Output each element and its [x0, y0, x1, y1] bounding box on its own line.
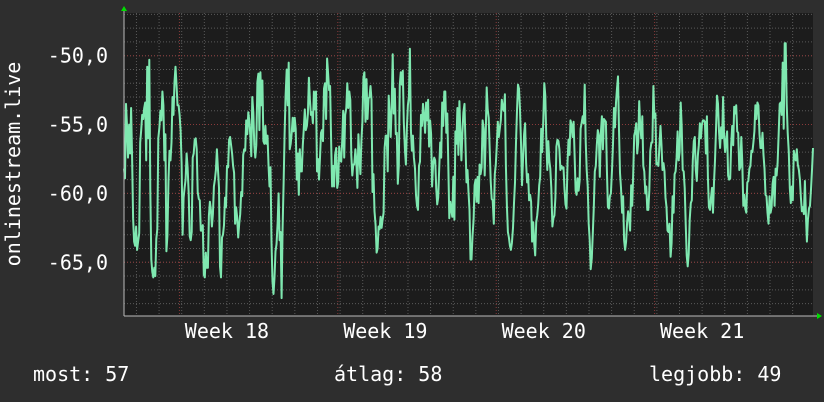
stat-best: legjobb: 49 — [649, 362, 781, 386]
x-tick-label: Week 21 — [660, 319, 744, 343]
y-tick-label: -60,0 — [48, 181, 108, 205]
stat-average-label: átlag: — [334, 362, 407, 386]
stat-current-label: most: — [33, 362, 94, 386]
x-tick-label: Week 19 — [343, 319, 427, 343]
stat-best-label: legjobb: — [649, 362, 746, 386]
x-tick-label: Week 18 — [185, 319, 269, 343]
x-tick-label: Week 20 — [502, 319, 586, 343]
stat-average: átlag: 58 — [334, 362, 442, 386]
stat-current-value: 57 — [105, 362, 130, 386]
stat-current: most: 57 — [33, 362, 129, 386]
stat-best-value: 49 — [757, 362, 782, 386]
y-tick-label: -65,0 — [48, 250, 108, 274]
y-axis-arrow — [121, 6, 127, 11]
line-chart: -50,0 -55,0 -60,0 -65,0 Week 18 Week 19 Week 2… — [1, 6, 822, 343]
x-axis-arrow — [817, 313, 822, 319]
y-tick-label: -50,0 — [48, 44, 108, 68]
y-axis-label: onlinestream.live — [1, 62, 25, 267]
stat-average-value: 58 — [418, 362, 443, 386]
y-tick-label: -55,0 — [48, 113, 108, 137]
